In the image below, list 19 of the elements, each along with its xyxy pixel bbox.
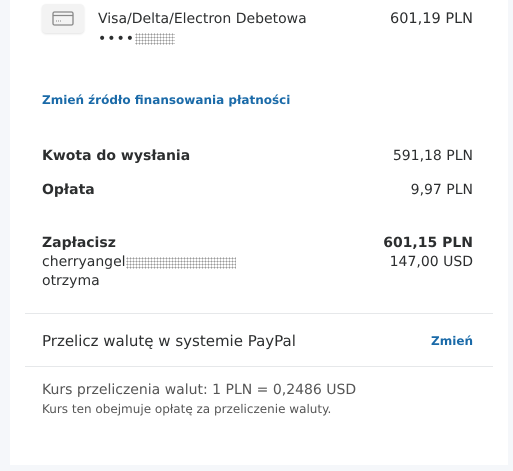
summary-amount: 591,18 PLN [392, 148, 473, 164]
summary-label: Kwota do wysłania [42, 148, 190, 164]
credit-card-icon [42, 4, 84, 33]
total-label: Zapłacisz [42, 234, 116, 253]
funding-source-name: Visa/Delta/Electron Debetowa [98, 11, 308, 27]
recipient-name: cherryangel [42, 253, 126, 272]
funding-amount: 601,19 PLN [390, 10, 473, 27]
summary-label: Opłata [42, 182, 95, 198]
received-amount: 147,00 USD [390, 253, 473, 272]
masked-card-number: •••• [98, 31, 136, 47]
redaction-mark [135, 33, 176, 45]
summary-amount: 9,97 PLN [410, 182, 473, 198]
recipient-label: otrzyma [42, 272, 101, 291]
change-funding-link[interactable]: Zmień źródło finansowania płatności [42, 93, 290, 107]
exchange-rate-text: Kurs przeliczenia walut: 1 PLN = 0,2486 USD [42, 382, 358, 398]
total-amount: 601,15 PLN [383, 234, 473, 253]
change-conversion-link[interactable]: Zmień [431, 334, 473, 348]
exchange-rate-note: Kurs ten obejmuje opłatę za przeliczenie waluty. [42, 402, 332, 416]
conversion-label: Przelicz walutę w systemie PayPal [42, 332, 296, 350]
